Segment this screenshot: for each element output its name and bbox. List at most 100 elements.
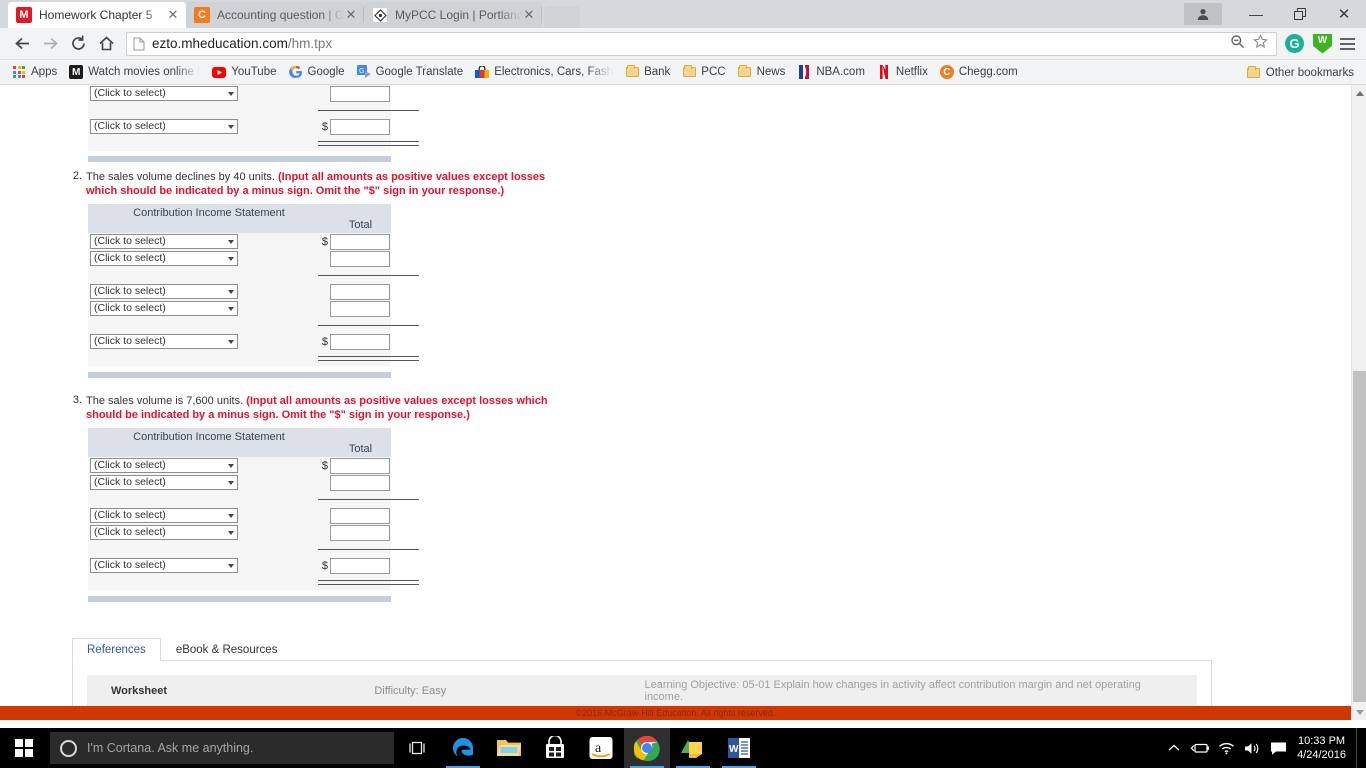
taskbar-clock[interactable]: 10:33 PM 4/24/2016 <box>1291 734 1356 762</box>
select-display[interactable]: (Click to select) <box>90 475 238 490</box>
bookmark-nba[interactable]: NBA.com <box>791 62 871 83</box>
show-hidden-icons-button[interactable] <box>1161 728 1187 768</box>
bookmark-pcc[interactable]: PCC <box>676 62 731 83</box>
select-display[interactable]: (Click to select) <box>90 234 238 249</box>
amount-input[interactable] <box>330 300 390 317</box>
chegg-icon: C <box>194 7 210 23</box>
taskbar-edge-button[interactable] <box>440 728 486 768</box>
star-icon[interactable] <box>1253 33 1268 54</box>
line-item-select[interactable]: (Click to select) <box>90 334 238 349</box>
scrollbar-thumb[interactable] <box>1353 371 1366 702</box>
start-button[interactable] <box>0 728 48 768</box>
grammarly-extension-icon[interactable]: G <box>1285 34 1304 53</box>
select-display[interactable]: (Click to select) <box>90 301 238 316</box>
line-item-select[interactable]: (Click to select) <box>90 251 238 266</box>
taskbar-microsoft-store-button[interactable] <box>532 728 578 768</box>
select-display[interactable]: (Click to select) <box>90 284 238 299</box>
cortana-search-box[interactable]: I'm Cortana. Ask me anything. <box>50 732 394 764</box>
home-button[interactable] <box>92 30 120 58</box>
tab-close-icon[interactable]: ✕ <box>166 8 180 22</box>
taskbar-amazon-button[interactable]: a <box>578 728 624 768</box>
bookmark-youtube[interactable]: YouTube <box>206 62 282 83</box>
line-item-select[interactable]: (Click to select) <box>90 86 238 101</box>
browser-tab-mypcc-login[interactable]: MyPCC Login | Portland C ✕ <box>364 2 542 28</box>
scroll-down-arrow-icon[interactable] <box>1352 704 1366 720</box>
action-center-icon[interactable] <box>1265 728 1291 768</box>
bookmark-google[interactable]: Google <box>283 62 351 83</box>
tab-ebook-resources[interactable]: eBook & Resources <box>161 638 293 660</box>
line-item-select[interactable]: (Click to select) <box>90 284 238 299</box>
select-display[interactable]: (Click to select) <box>90 525 238 540</box>
tab-references[interactable]: References <box>72 638 161 661</box>
chrome-menu-icon[interactable] <box>1336 37 1358 50</box>
bookmark-netflix[interactable]: Netflix <box>871 62 934 83</box>
line-item-select[interactable]: (Click to select) <box>90 301 238 316</box>
amount-input[interactable] <box>330 250 390 267</box>
select-display[interactable]: (Click to select) <box>90 508 238 523</box>
reload-button[interactable] <box>64 30 92 58</box>
amount-input[interactable] <box>330 283 390 300</box>
amount-input[interactable] <box>330 524 390 541</box>
page-info-icon[interactable] <box>133 37 145 51</box>
line-item-select[interactable]: (Click to select) <box>90 234 238 249</box>
line-item-select[interactable]: (Click to select) <box>90 558 238 573</box>
tab-close-icon[interactable]: ✕ <box>344 8 358 22</box>
select-display[interactable]: (Click to select) <box>90 251 238 266</box>
amount-input[interactable] <box>330 557 390 574</box>
select-display[interactable]: (Click to select) <box>90 458 238 473</box>
bookmark-apps[interactable]: Apps <box>6 62 63 83</box>
bookmark-bank[interactable]: Bank <box>619 62 676 83</box>
bookmark-news[interactable]: News <box>732 62 792 83</box>
web-of-trust-extension-icon[interactable]: W <box>1313 33 1332 54</box>
bookmark-watch-movies[interactable]: M Watch movies online f <box>63 62 206 83</box>
chevron-down-icon <box>228 239 234 244</box>
select-display[interactable]: (Click to select) <box>90 558 238 573</box>
question-2: 2. The sales volume declines by 40 units… <box>0 170 1351 378</box>
close-button[interactable]: ✕ <box>1322 0 1366 28</box>
amount-input[interactable] <box>330 507 390 524</box>
bookmark-ebay[interactable]: Electronics, Cars, Fash <box>469 62 619 83</box>
taskbar-file-explorer-button[interactable] <box>486 728 532 768</box>
profile-avatar-icon[interactable] <box>1184 3 1222 25</box>
select-display[interactable]: (Click to select) <box>90 86 238 101</box>
battery-icon[interactable] <box>1187 728 1213 768</box>
amount-input[interactable] <box>330 233 390 250</box>
line-item-select[interactable]: (Click to select) <box>90 458 238 473</box>
browser-tab-homework[interactable]: M Homework Chapter 5 ✕ <box>8 2 186 28</box>
zoom-out-icon[interactable] <box>1230 34 1245 54</box>
chevron-down-icon <box>228 563 234 568</box>
amount-input[interactable] <box>330 457 390 474</box>
select-display[interactable]: (Click to select) <box>90 334 238 349</box>
volume-icon[interactable] <box>1239 728 1265 768</box>
amount-input[interactable] <box>330 118 390 135</box>
minimize-button[interactable]: — <box>1234 0 1278 28</box>
line-item-select[interactable]: (Click to select) <box>90 525 238 540</box>
line-item-select[interactable]: (Click to select) <box>90 508 238 523</box>
maximize-button[interactable] <box>1278 0 1322 28</box>
task-view-button[interactable] <box>394 728 440 768</box>
amount-input[interactable] <box>330 474 390 491</box>
taskbar-sticky-notes-button[interactable] <box>670 728 716 768</box>
amount-input[interactable] <box>330 85 390 102</box>
page-scrollbar[interactable] <box>1351 85 1366 720</box>
taskbar-chrome-button[interactable] <box>624 728 670 768</box>
tab-close-icon[interactable]: ✕ <box>522 8 536 22</box>
new-tab-button[interactable] <box>544 6 580 28</box>
bookmark-chegg[interactable]: C Chegg.com <box>934 62 1024 83</box>
taskbar-word-button[interactable]: W <box>716 728 762 768</box>
line-item-select[interactable]: (Click to select) <box>90 119 238 134</box>
show-desktop-button[interactable] <box>1356 728 1362 768</box>
browser-tab-accounting-question[interactable]: C Accounting question | Che ✕ <box>186 2 364 28</box>
address-bar[interactable]: ezto.mheducation.com/hm.tpx <box>126 31 1277 56</box>
gap-cell <box>248 524 318 541</box>
line-item-select[interactable]: (Click to select) <box>90 475 238 490</box>
amount-input[interactable] <box>330 333 390 350</box>
scroll-up-arrow-icon[interactable] <box>1352 85 1366 101</box>
back-button[interactable] <box>8 30 36 58</box>
select-display[interactable]: (Click to select) <box>90 119 238 134</box>
other-bookmarks-button[interactable]: Other bookmarks <box>1241 62 1360 83</box>
forward-button[interactable] <box>36 30 64 58</box>
m-icon: M <box>69 65 84 79</box>
bookmark-google-translate[interactable]: G Google Translate <box>351 62 470 83</box>
wifi-icon[interactable] <box>1213 728 1239 768</box>
